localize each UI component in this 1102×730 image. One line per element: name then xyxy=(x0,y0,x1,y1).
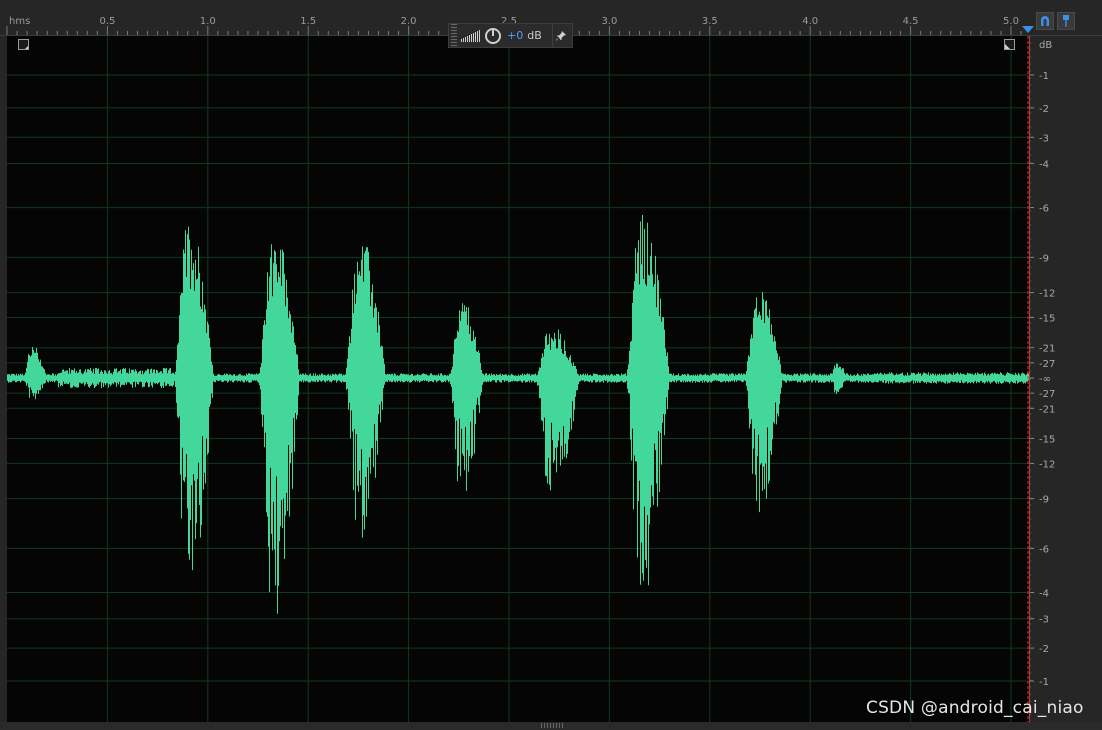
ruler-tick-label: 1.5 xyxy=(300,16,316,27)
volume-value[interactable]: +0 xyxy=(507,29,523,42)
snap-magnet-icon[interactable] xyxy=(1036,12,1054,30)
db-label: -15 xyxy=(1039,434,1055,445)
db-label: -9 xyxy=(1039,253,1049,264)
db-label: -27 xyxy=(1039,359,1055,370)
db-label: -4 xyxy=(1039,159,1049,170)
volume-hud[interactable]: +0 dB xyxy=(448,23,573,48)
db-label: -12 xyxy=(1039,459,1055,470)
db-label: -6 xyxy=(1039,544,1049,555)
ruler-tick-label: 4.5 xyxy=(903,16,919,27)
waveform-editor: hms 0.5 1.0 1.5 2.0 2.5 3.0 3.5 4.0 4.5 5.0 +0 dB xyxy=(0,0,1102,730)
db-label: -1 xyxy=(1039,677,1049,688)
ruler-tick-label: 3.5 xyxy=(702,16,718,27)
left-edge xyxy=(0,36,7,722)
db-label: -15 xyxy=(1039,314,1055,325)
db-label: -2 xyxy=(1039,644,1049,655)
db-unit-label: dB xyxy=(1039,40,1052,51)
resize-grip[interactable] xyxy=(541,723,565,728)
db-label: -∞ xyxy=(1039,374,1051,385)
db-label: -3 xyxy=(1039,615,1049,626)
db-scale[interactable]: dB -1 -2 -3 -4 -6 -9 -12 -15 -21 -27 -∞ -27 -21 -15 -12… xyxy=(1029,36,1102,722)
watermark: CSDN @android_cai_niao xyxy=(866,698,1084,718)
bottom-resize-bar[interactable] xyxy=(0,722,1102,730)
marker-pin-icon[interactable] xyxy=(1057,12,1075,30)
waveform-canvas xyxy=(7,36,1029,722)
waveform-path xyxy=(7,215,1029,614)
volume-knob-icon[interactable] xyxy=(485,27,501,44)
db-label: -1 xyxy=(1039,71,1049,82)
volume-unit: dB xyxy=(527,29,542,42)
ruler-tick-label: 0.5 xyxy=(99,16,115,27)
fade-in-handle-icon[interactable] xyxy=(18,39,29,50)
db-label: -21 xyxy=(1039,344,1055,355)
db-label: -2 xyxy=(1039,104,1049,115)
db-label: -27 xyxy=(1039,389,1055,400)
level-meter-icon xyxy=(461,29,480,42)
db-scale-labels: dB -1 -2 -3 -4 -6 -9 -12 -15 -21 -27 -∞ -27 -21 -15 -12… xyxy=(1029,36,1055,722)
fade-out-handle-icon[interactable] xyxy=(1004,39,1015,50)
pin-icon[interactable] xyxy=(552,24,566,47)
ruler-tools xyxy=(1036,12,1075,32)
ruler-tick-label: 2.0 xyxy=(401,16,417,27)
hud-grip[interactable] xyxy=(451,24,457,47)
db-label: -4 xyxy=(1039,589,1049,600)
db-label: -12 xyxy=(1039,289,1055,300)
ruler-tick-label: 1.0 xyxy=(200,16,216,27)
db-label: -3 xyxy=(1039,133,1049,144)
ruler-tick-label: 5.0 xyxy=(1003,16,1019,27)
waveform-display[interactable] xyxy=(7,36,1029,722)
db-label: -6 xyxy=(1039,204,1049,215)
db-label: -21 xyxy=(1039,404,1055,415)
ruler-unit-label: hms xyxy=(9,16,30,27)
ruler-tick-label: 4.0 xyxy=(802,16,818,27)
playhead-marker-icon xyxy=(1022,26,1034,33)
db-label: -9 xyxy=(1039,495,1049,506)
ruler-tick-label: 3.0 xyxy=(601,16,617,27)
